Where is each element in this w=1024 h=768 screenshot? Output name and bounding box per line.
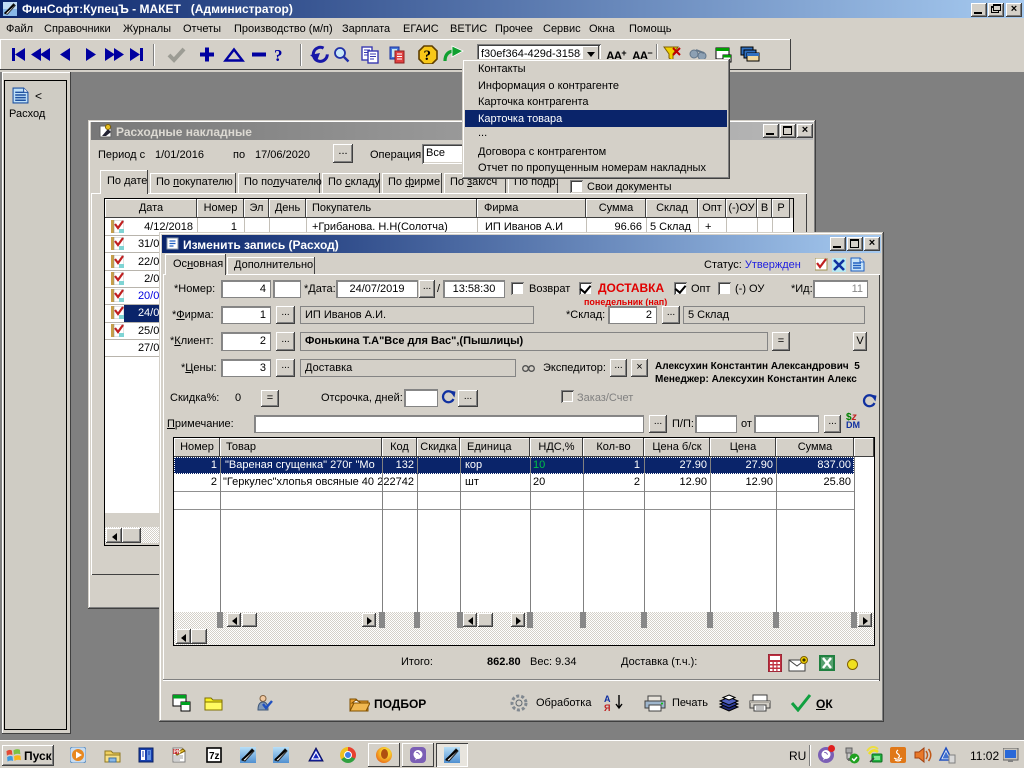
svg-text:PN: PN bbox=[174, 750, 181, 756]
svg-text:?: ? bbox=[424, 48, 432, 64]
svg-text:?: ? bbox=[274, 46, 283, 63]
svg-text:7z: 7z bbox=[209, 751, 220, 762]
